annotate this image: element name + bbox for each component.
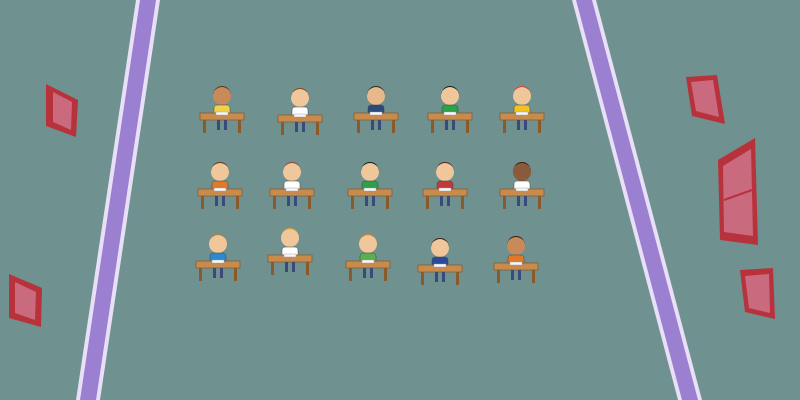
classroom-scene — [0, 0, 800, 400]
right-wall-frame-2 — [740, 268, 775, 319]
